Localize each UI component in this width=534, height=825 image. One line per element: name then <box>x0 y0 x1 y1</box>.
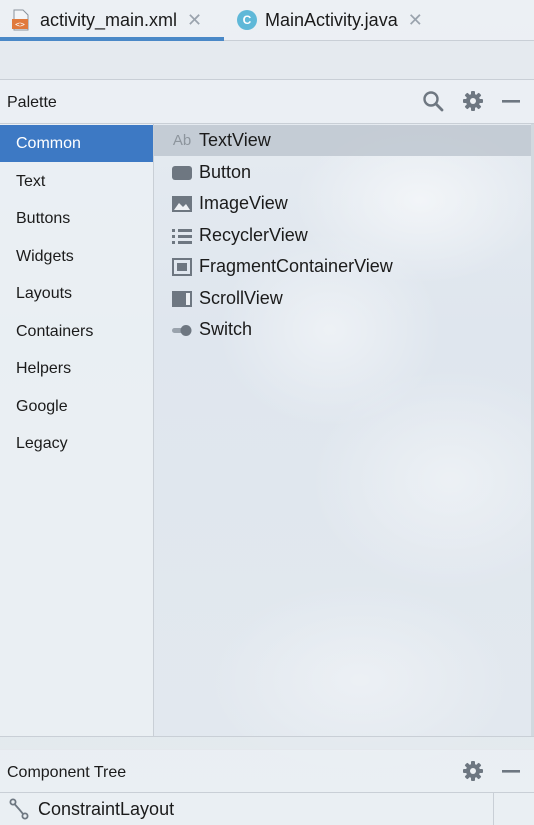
tab-mainactivity-java[interactable]: C MainActivity.java ✕ <box>225 0 440 40</box>
android-studio-panel: <> activity_main.xml ✕ C MainActivity.ja… <box>0 0 534 825</box>
category-label: Widgets <box>16 247 74 265</box>
scrollview-icon <box>171 289 193 309</box>
category-layouts[interactable]: Layouts <box>0 275 153 312</box>
category-common[interactable]: Common <box>0 125 153 162</box>
tab-activity-main-xml[interactable]: <> activity_main.xml ✕ <box>0 0 224 41</box>
tree-node-label: ConstraintLayout <box>38 798 175 819</box>
fragment-container-icon <box>171 257 193 277</box>
close-tab-icon[interactable]: ✕ <box>408 11 423 29</box>
palette-title: Palette <box>7 94 57 111</box>
gear-icon[interactable] <box>462 760 484 782</box>
minimize-icon[interactable] <box>500 760 522 782</box>
category-buttons[interactable]: Buttons <box>0 200 153 237</box>
palette-header: Palette <box>0 80 534 124</box>
recyclerview-icon <box>171 226 193 246</box>
panel-splitter[interactable] <box>0 736 534 750</box>
component-recyclerview[interactable]: RecyclerView <box>154 220 531 251</box>
category-label: Containers <box>16 322 94 340</box>
java-class-icon: C <box>237 10 257 30</box>
component-label: RecyclerView <box>199 225 308 245</box>
search-icon[interactable] <box>422 90 444 112</box>
textview-icon-glyph: Ab <box>172 132 192 149</box>
imageview-icon <box>171 194 193 214</box>
category-google[interactable]: Google <box>0 388 153 425</box>
component-label: Switch <box>199 319 253 339</box>
close-tab-icon[interactable]: ✕ <box>187 11 202 29</box>
category-label: Helpers <box>16 359 72 377</box>
component-scrollview[interactable]: ScrollView <box>154 283 531 314</box>
category-label: Google <box>16 397 68 415</box>
component-label: ScrollView <box>199 288 283 308</box>
component-tree-body: ConstraintLayout <box>0 793 534 825</box>
category-label: Common <box>16 134 81 152</box>
gear-icon[interactable] <box>462 90 484 112</box>
category-widgets[interactable]: Widgets <box>0 238 153 275</box>
category-legacy[interactable]: Legacy <box>0 425 153 462</box>
palette-category-list: Common Text Buttons Widgets Layouts Cont… <box>0 124 154 736</box>
editor-tab-bar: <> activity_main.xml ✕ C MainActivity.ja… <box>0 0 534 41</box>
category-containers[interactable]: Containers <box>0 313 153 350</box>
minimize-icon[interactable] <box>500 90 522 112</box>
xml-layout-file-icon: <> <box>10 9 32 31</box>
component-tree-header: Component Tree <box>0 749 534 793</box>
component-label: TextView <box>199 130 271 150</box>
svg-text:<>: <> <box>15 20 25 29</box>
design-toolbar-strip <box>0 41 534 80</box>
constraint-layout-icon <box>9 798 31 820</box>
tab-label: MainActivity.java <box>265 9 398 30</box>
component-switch[interactable]: Switch <box>154 314 531 345</box>
textview-icon: Ab <box>171 131 193 151</box>
category-helpers[interactable]: Helpers <box>0 350 153 387</box>
tab-label: activity_main.xml <box>40 9 178 30</box>
palette-component-list: Ab TextView Button ImageView RecyclerVie… <box>154 124 531 736</box>
category-label: Legacy <box>16 434 68 452</box>
category-text[interactable]: Text <box>0 163 153 200</box>
category-label: Buttons <box>16 209 71 227</box>
component-textview[interactable]: Ab TextView <box>154 125 531 156</box>
component-fragmentcontainerview[interactable]: FragmentContainerView <box>154 251 531 282</box>
component-label: FragmentContainerView <box>199 256 393 276</box>
component-label: ImageView <box>199 193 288 213</box>
category-label: Text <box>16 172 46 190</box>
category-label: Layouts <box>16 284 73 302</box>
component-label: Button <box>199 162 252 182</box>
component-button[interactable]: Button <box>154 157 531 188</box>
component-tree-title: Component Tree <box>7 764 127 781</box>
button-icon <box>171 163 193 183</box>
tree-node-constraintlayout[interactable]: ConstraintLayout <box>0 793 494 825</box>
component-imageview[interactable]: ImageView <box>154 188 531 219</box>
switch-icon <box>171 320 193 340</box>
